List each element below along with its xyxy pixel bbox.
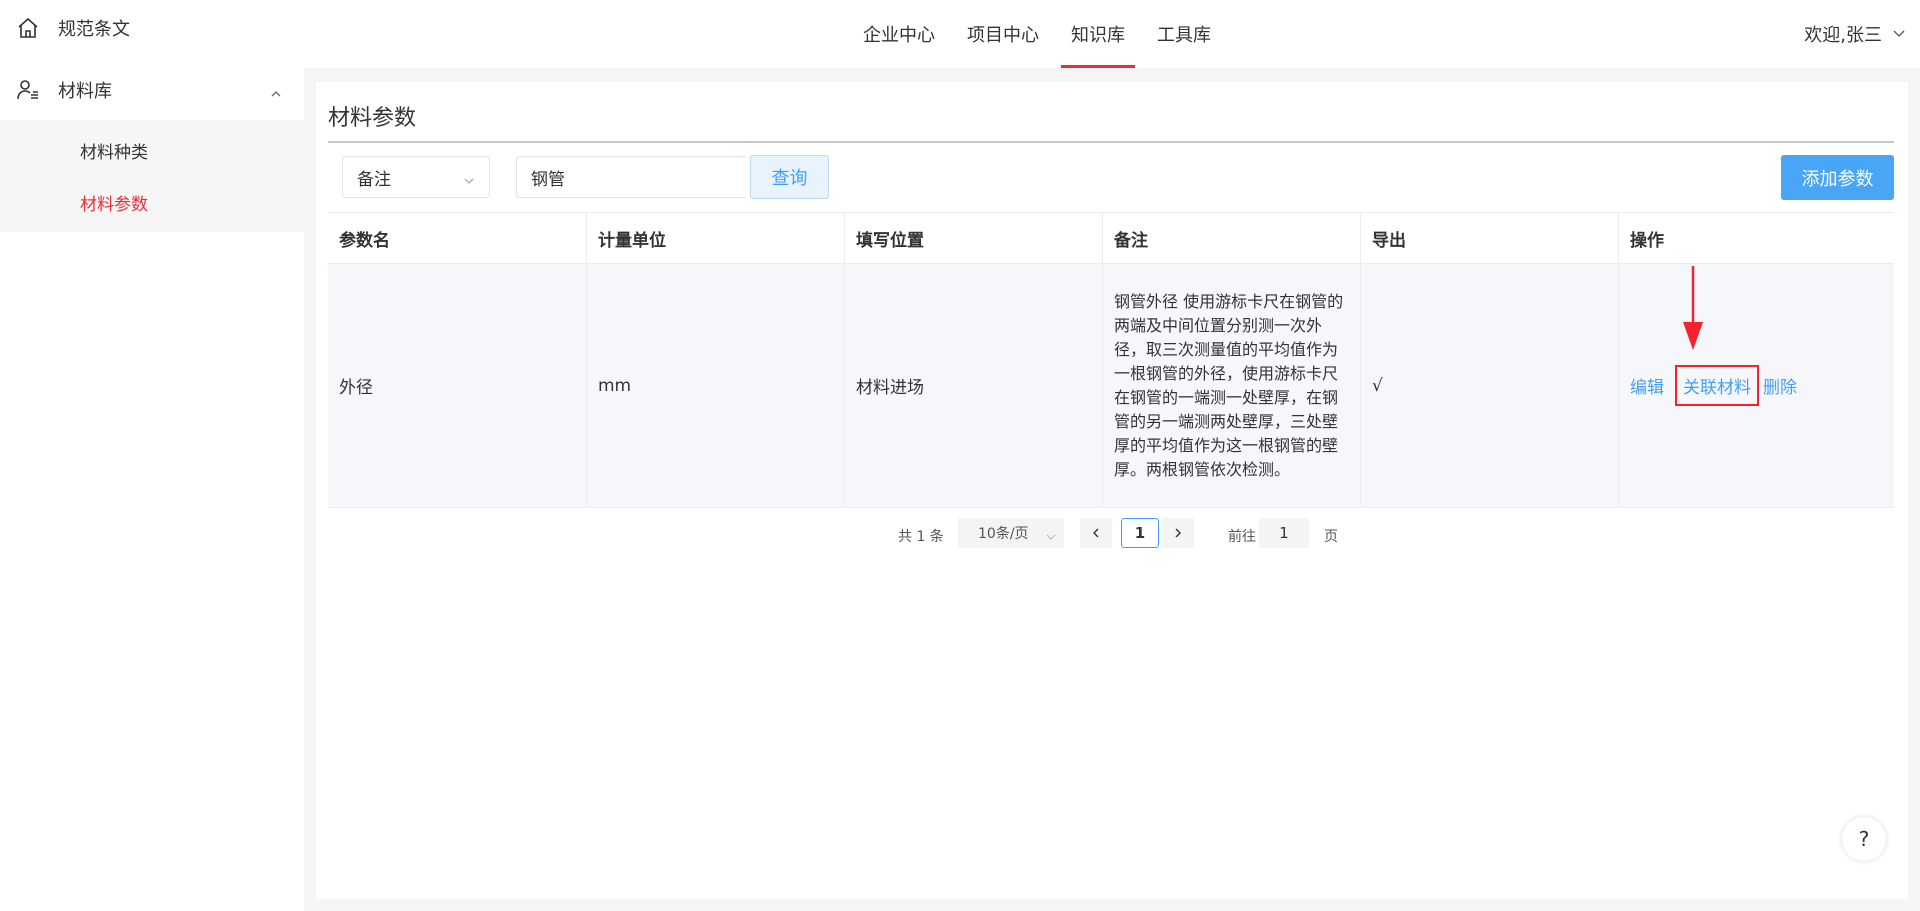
edit-link[interactable]: 编辑: [1630, 373, 1664, 398]
col-header-unit: 计量单位: [587, 213, 845, 263]
col-header-actions: 操作: [1630, 230, 1664, 251]
filter-field-select[interactable]: 备注: [342, 156, 490, 198]
sidebar-item-label: 规范条文: [58, 19, 130, 40]
cell-export: √: [1361, 264, 1619, 507]
table-header: 参数名 计量单位 填写位置 备注 导出 操作: [328, 212, 1894, 264]
tab-tool-library[interactable]: 工具库: [1147, 0, 1221, 68]
red-arrow-annotation-icon: [1681, 266, 1705, 357]
cell-name: 外径: [328, 264, 587, 507]
params-table: 参数名 计量单位 填写位置 备注 导出 操作 外径 mm 材料进场 钢管外径 使…: [328, 212, 1894, 508]
user-list-icon: [14, 76, 42, 104]
cell-unit: mm: [587, 264, 845, 507]
table-row: 外径 mm 材料进场 钢管外径 使用游标卡尺在钢管的两端及中间位置分别测一次外径…: [328, 264, 1894, 508]
col-header-position: 填写位置: [845, 213, 1103, 263]
associate-material-link[interactable]: 关联材料: [1675, 365, 1759, 406]
goto-page-input[interactable]: 1: [1259, 518, 1309, 548]
sidebar-item-standards[interactable]: 规范条文: [0, 0, 304, 56]
delete-link[interactable]: 删除: [1763, 373, 1797, 398]
cell-note: 钢管外径 使用游标卡尺在钢管的两端及中间位置分别测一次外径，取三次测量值的平均值…: [1103, 264, 1361, 507]
main-card: 材料参数 备注 查询 添加参数 参数名 计量单位 填写位置 备注 导出 操作 外…: [316, 82, 1908, 899]
page-title: 材料参数: [328, 106, 417, 131]
top-header: 企业中心 项目中心 知识库 工具库 欢迎,张三: [304, 0, 1920, 68]
search-input[interactable]: [516, 156, 746, 198]
chevron-down-icon: [463, 172, 475, 192]
col-header-note: 备注: [1103, 213, 1361, 263]
home-icon: [14, 14, 42, 42]
next-page-button[interactable]: [1162, 518, 1194, 548]
chevron-right-icon: [1175, 528, 1181, 538]
chevron-up-icon: [270, 84, 282, 105]
chevron-down-icon: [1046, 530, 1056, 546]
add-parameter-button[interactable]: 添加参数: [1781, 155, 1894, 200]
submenu: 材料种类 材料参数: [0, 120, 304, 232]
chevron-down-icon: [1892, 24, 1906, 45]
col-header-export: 导出: [1361, 213, 1619, 263]
tab-knowledge-base[interactable]: 知识库: [1061, 0, 1135, 68]
user-menu[interactable]: 欢迎,张三: [1804, 0, 1906, 68]
top-nav: 企业中心 项目中心 知识库 工具库: [304, 0, 1920, 68]
page-label: 页: [1324, 529, 1338, 545]
sidebar-item-label: 材料库: [58, 81, 112, 102]
divider: [328, 141, 1894, 143]
user-greeting: 欢迎,张三: [1804, 25, 1882, 46]
note-text: 钢管外径 使用游标卡尺在钢管的两端及中间位置分别测一次外径，取三次测量值的平均值…: [1114, 291, 1344, 479]
filter-field-value: 备注: [357, 169, 391, 190]
tab-project-center[interactable]: 项目中心: [957, 0, 1049, 68]
sidebar-item-material-library[interactable]: 材料库: [0, 60, 304, 120]
cell-position: 材料进场: [845, 264, 1103, 507]
pagination: 共 1 条 10条/页 1 前往 1 页: [316, 518, 1908, 550]
current-page[interactable]: 1: [1121, 518, 1159, 548]
page-size-value: 10条/页: [978, 526, 1029, 542]
prev-page-button[interactable]: [1080, 518, 1112, 548]
sidebar-item-material-params[interactable]: 材料参数: [0, 176, 304, 228]
sidebar-item-material-types[interactable]: 材料种类: [0, 124, 304, 176]
query-button[interactable]: 查询: [750, 155, 829, 199]
chevron-left-icon: [1093, 528, 1099, 538]
col-header-name: 参数名: [328, 213, 587, 263]
page-size-select[interactable]: 10条/页: [958, 518, 1064, 548]
tab-enterprise-center[interactable]: 企业中心: [853, 0, 945, 68]
cell-actions: 编辑 关联材料 删除: [1619, 264, 1894, 507]
goto-label: 前往: [1228, 529, 1256, 545]
pagination-total: 共 1 条: [898, 529, 944, 545]
help-button[interactable]: ?: [1842, 817, 1886, 861]
sidebar: 规范条文 材料库 材料种类 材料参数: [0, 0, 304, 911]
